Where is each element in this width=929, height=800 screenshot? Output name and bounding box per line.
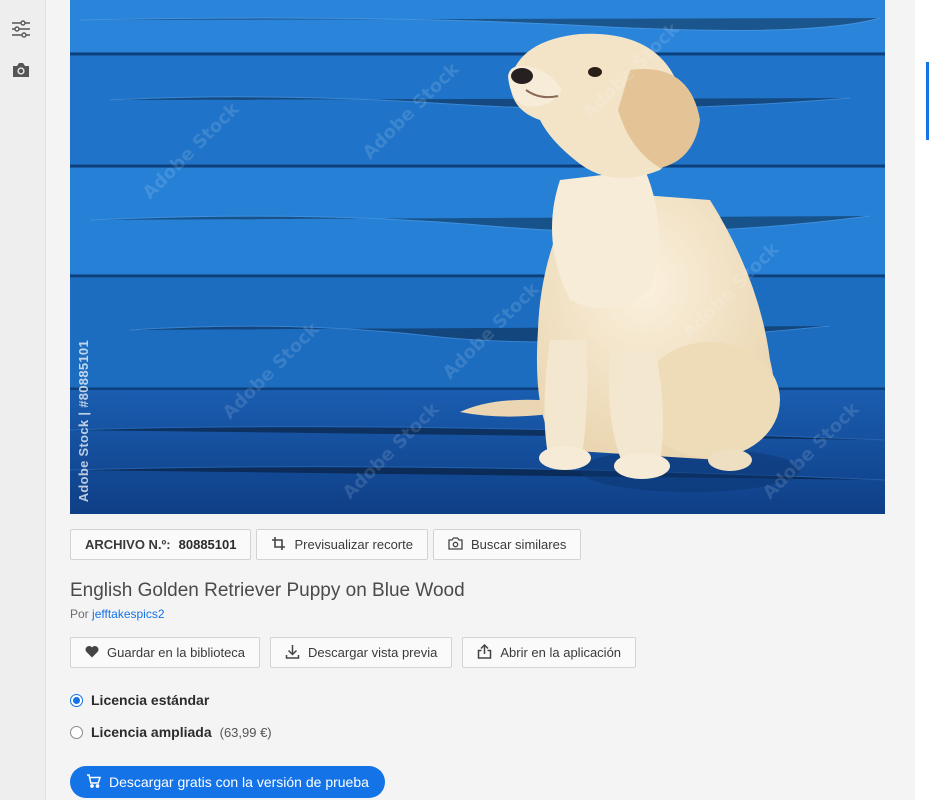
license-standard-name: Licencia estándar (91, 692, 210, 708)
camera-icon[interactable] (10, 59, 32, 81)
file-number-value: 80885101 (178, 537, 237, 552)
preview-crop-label: Previsualizar recorte (294, 537, 413, 552)
photo-watermark: Adobe Stock | #80885101 (76, 339, 91, 502)
stock-photo[interactable]: Adobe Stock Adobe Stock Adobe Stock Adob… (70, 0, 885, 514)
left-rail (0, 0, 46, 800)
find-similar-button[interactable]: Buscar similares (432, 529, 582, 560)
download-preview-button[interactable]: Descargar vista previa (270, 637, 453, 668)
author-link[interactable]: jefftakespics2 (92, 607, 165, 621)
byline: Por jefftakespics2 (70, 607, 885, 621)
license-standard[interactable]: Licencia estándar (70, 690, 885, 710)
download-preview-label: Descargar vista previa (308, 645, 438, 660)
filters-icon[interactable] (10, 18, 32, 40)
meta-toolbar: ARCHIVO N.º: 80885101 Previsualizar reco… (70, 529, 885, 560)
heart-icon (85, 645, 99, 661)
file-number-label: ARCHIVO N.º: (85, 537, 171, 552)
cart-icon (86, 773, 102, 791)
download-icon (285, 644, 300, 662)
find-similar-label: Buscar similares (470, 537, 567, 552)
license-extended-radio[interactable] (70, 725, 83, 739)
asset-title: English Golden Retriever Puppy on Blue W… (70, 580, 465, 601)
open-in-app-label: Abrir en la aplicación (500, 645, 622, 660)
open-in-app-button[interactable]: Abrir en la aplicación (462, 637, 637, 668)
save-to-library-button[interactable]: Guardar en la biblioteca (70, 637, 261, 668)
download-free-trial-label: Descargar gratis con la versión de prueb… (109, 774, 369, 790)
crop-icon (271, 536, 286, 554)
asset-actions: Guardar en la biblioteca Descargar vista… (70, 637, 885, 668)
asset-detail: Adobe Stock Adobe Stock Adobe Stock Adob… (70, 0, 885, 798)
license-options: Licencia estándar Licencia ampliada (63,… (70, 690, 885, 742)
preview-crop-button[interactable]: Previsualizar recorte (256, 529, 428, 560)
byline-prefix: Por (70, 607, 89, 621)
license-extended-name: Licencia ampliada (91, 724, 212, 740)
camera-search-icon (448, 536, 463, 553)
download-free-trial-button[interactable]: Descargar gratis con la versión de prueb… (70, 766, 385, 798)
license-standard-radio[interactable] (70, 693, 83, 707)
save-to-library-label: Guardar en la biblioteca (107, 645, 246, 660)
license-extended-price: (63,99 €) (219, 724, 272, 740)
share-icon (477, 643, 492, 662)
license-extended[interactable]: Licencia ampliada (63,99 €) (70, 722, 885, 742)
file-number-badge: ARCHIVO N.º: 80885101 (70, 529, 252, 560)
